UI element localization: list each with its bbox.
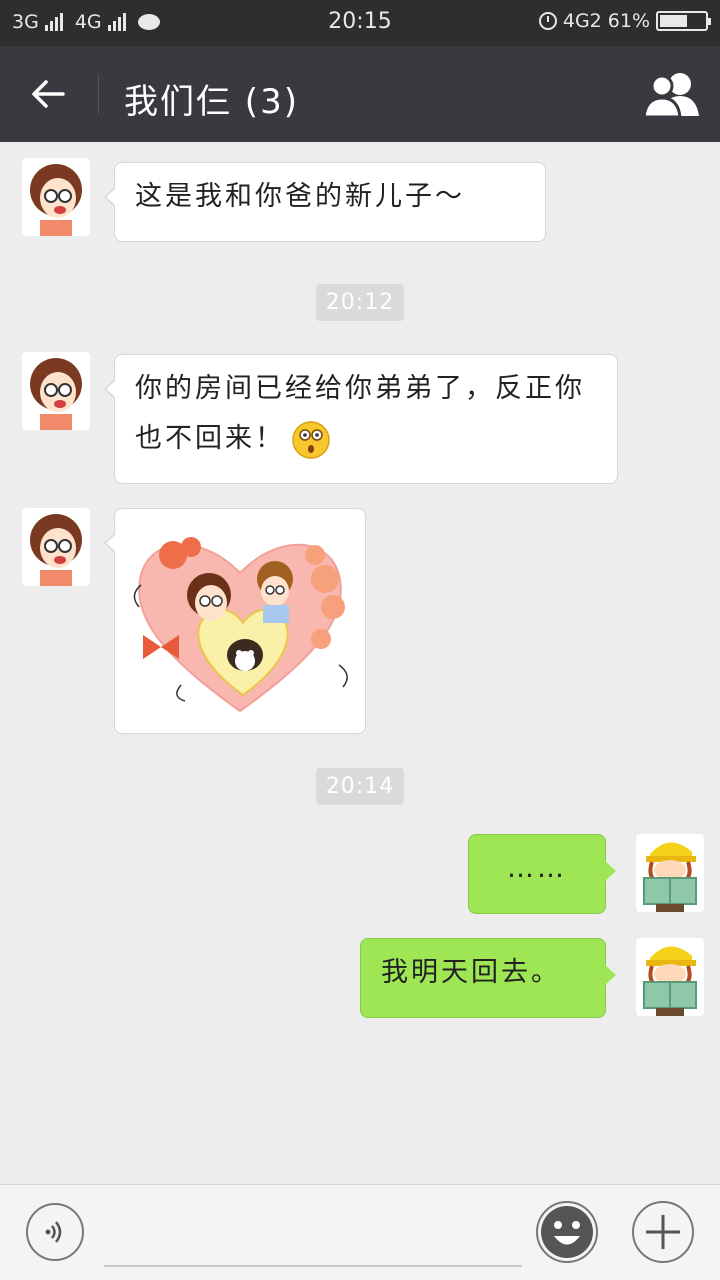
- battery-icon: [656, 11, 711, 31]
- input-bar: [0, 1184, 720, 1280]
- avatar-mom[interactable]: [22, 508, 90, 586]
- more-actions-button[interactable]: [632, 1201, 694, 1263]
- chat-title: 我们仨 (3): [124, 82, 299, 122]
- voice-input-icon: [45, 1221, 62, 1243]
- sticker-message[interactable]: [104, 508, 366, 734]
- message-text: 我明天回去。: [381, 957, 561, 988]
- shocked-face-emoji: [292, 420, 330, 459]
- status-bar: 3G 4G 20:15 4G2 61%: [0, 0, 720, 46]
- plus-icon: [646, 1215, 680, 1249]
- timestamp-label: 20:12: [315, 284, 405, 321]
- cartoon-girl-avatar: [22, 158, 90, 236]
- timestamp-label: 20:14: [315, 768, 405, 805]
- message-bubble-sent[interactable]: ……: [468, 834, 616, 914]
- battery-level: [660, 15, 687, 27]
- chat-header: 我们仨 (3): [0, 46, 720, 142]
- avatar-self[interactable]: [636, 938, 704, 1016]
- cartoon-boy-reading-avatar: [636, 834, 704, 912]
- cartoon-girl-avatar: [22, 352, 90, 430]
- voice-input-button[interactable]: [26, 1203, 84, 1261]
- group-members-icon: [642, 73, 699, 119]
- avatar-mom[interactable]: [22, 158, 90, 236]
- battery-percent: 61%: [607, 10, 650, 32]
- cartoon-boy-reading-avatar: [636, 938, 704, 1016]
- emoji-button[interactable]: [536, 1201, 598, 1263]
- cartoon-girl-avatar: [22, 508, 90, 586]
- timestamp: 20:12: [0, 284, 720, 321]
- message-bubble-received[interactable]: 你的房间已经给你弟弟了，反正你也不回来！: [104, 354, 618, 484]
- message-input[interactable]: [104, 1205, 522, 1267]
- family-heart-sticker: [133, 537, 348, 713]
- emoji-icon: [541, 1206, 593, 1258]
- back-arrow-icon: [32, 80, 65, 108]
- chat-area[interactable]: 这是我和你爸的新儿子～ 20:12 你的房间已经给你弟弟了，反正你也不回来！ 2…: [0, 142, 720, 1184]
- group-members-button[interactable]: [642, 68, 706, 120]
- message-bubble-received[interactable]: 这是我和你爸的新儿子～: [104, 162, 546, 242]
- avatar-mom[interactable]: [22, 352, 90, 430]
- message-text: 这是我和你爸的新儿子～: [135, 181, 465, 212]
- avatar-self[interactable]: [636, 834, 704, 912]
- back-button[interactable]: [18, 64, 78, 124]
- header-divider: [98, 74, 99, 114]
- message-text: ……: [507, 853, 567, 884]
- message-bubble-sent[interactable]: 我明天回去。: [360, 938, 616, 1018]
- network-label-4g2: 4G2: [562, 10, 602, 32]
- message-text: 你的房间已经给你弟弟了，反正你也不回来！: [135, 373, 585, 454]
- alarm-clock-icon: [538, 12, 557, 30]
- timestamp: 20:14: [0, 768, 720, 805]
